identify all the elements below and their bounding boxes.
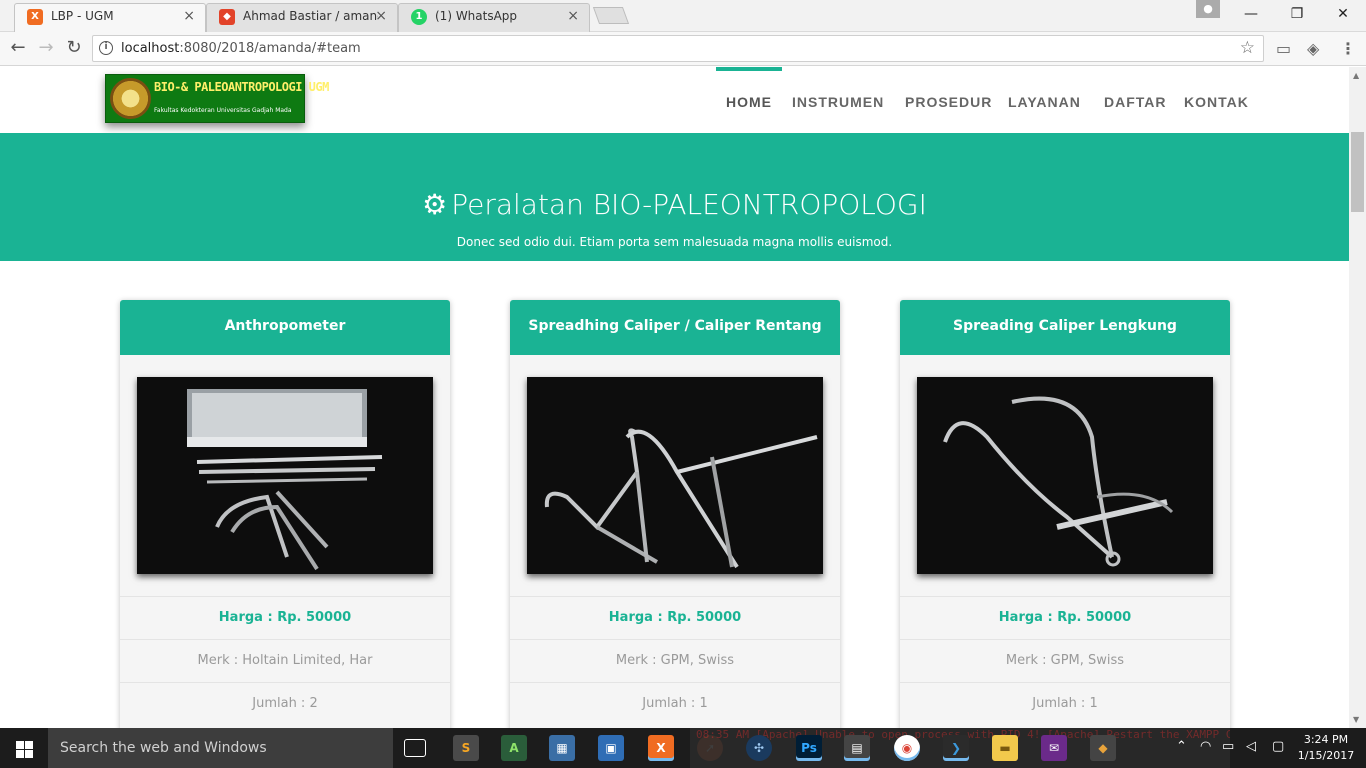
vscode-icon[interactable]: ❯ [943,735,969,761]
git-app-icon[interactable]: ◆ [1090,735,1116,761]
chrome-icon[interactable]: ◉ [894,735,920,761]
site-navbar: BIO-& PALEOANTROPOLOGI UGM Fakultas Kedo… [0,67,1349,133]
new-tab-button[interactable] [592,7,630,24]
product-quantity: Jumlah : 2 [120,682,450,725]
nav-layanan[interactable]: LAYANAN [1008,67,1081,133]
tab-title: (1) WhatsApp [435,9,518,23]
page-viewport: BIO-& PALEOANTROPOLOGI UGM Fakultas Kedo… [0,67,1349,728]
product-price: Harga : Rp. 50000 [510,596,840,639]
product-brand: Merk : GPM, Swiss [900,639,1230,682]
hero-banner: ⚙ Peralatan BIO-PALEONTROPOLOGI Donec sed… [0,133,1349,261]
volume-icon[interactable]: ◁ [1246,739,1256,754]
tab-title: LBP - UGM [51,9,114,23]
close-tab-icon[interactable]: × [567,4,579,28]
product-name: Anthropometer [120,300,450,355]
file-app-icon[interactable]: ▦ [549,735,575,761]
product-card: Spreadhing Caliper / Caliper Rentang Har… [510,300,840,728]
whatsapp-favicon-icon: 1 [411,9,427,25]
vpn-app-icon[interactable]: ✣ [746,735,772,761]
photoshop-icon[interactable]: Ps [796,735,822,761]
site-logo[interactable]: BIO-& PALEOANTROPOLOGI UGM Fakultas Kedo… [105,74,329,123]
product-photo[interactable] [917,377,1213,574]
product-photo[interactable] [527,377,823,574]
product-quantity: Jumlah : 1 [510,682,840,725]
product-photo[interactable] [137,377,433,574]
notifications-icon[interactable]: ▢ [1272,739,1284,754]
cast-icon[interactable]: ▭ [1276,39,1291,58]
bookmark-star-icon[interactable]: ☆ [1240,38,1255,58]
logo-text: BIO-& PALEOANTROPOLOGI UGM [154,80,329,94]
close-window-icon[interactable]: ✕ [1320,0,1366,28]
close-tab-icon[interactable]: × [183,4,195,28]
tab-whatsapp[interactable]: 1 (1) WhatsApp × [398,3,590,32]
product-name: Spreadhing Caliper / Caliper Rentang [510,300,840,355]
url-text: localhost:8080/2018/amanda/#team [121,41,361,56]
task-view-icon[interactable] [404,739,426,757]
nav-daftar[interactable]: DAFTAR [1104,67,1167,133]
clock-date: 1/15/2017 [1297,749,1355,762]
product-price: Harga : Rp. 50000 [900,596,1230,639]
wifi-icon[interactable]: ◠ [1200,739,1211,754]
product-name: Spreading Caliper Lengkung [900,300,1230,355]
close-tab-icon[interactable]: × [375,4,387,28]
forward-arrow-icon[interactable]: → [34,36,58,60]
xampp-favicon-icon: X [27,9,43,25]
media-app-icon[interactable]: ▤ [844,735,870,761]
clock-time: 3:24 PM [1303,733,1349,746]
product-price: Harga : Rp. 50000 [120,596,450,639]
sublime-text-icon[interactable]: S [453,735,479,761]
gear-icon: ⚙ [422,188,448,221]
info-icon[interactable]: i [99,41,113,55]
mail-app-icon[interactable]: ✉ [1041,735,1067,761]
file-explorer-icon[interactable]: ▬ [992,735,1018,761]
page-subtitle: Donec sed odio dui. Etiam porta sem male… [456,235,893,249]
battery-icon[interactable]: ▭ [1222,739,1234,754]
taskbar-clock[interactable]: 3:24 PM 1/15/2017 [1296,732,1356,764]
product-card: Spreading Caliper Lengkung Harga : Rp. 5… [900,300,1230,728]
nav-instrumen[interactable]: INSTRUMEN [792,67,884,133]
taskbar-search-box[interactable]: Search the web and Windows [48,728,393,768]
browser-toolbar: ← → ↻ i localhost:8080/2018/amanda/#team… [0,32,1366,66]
product-brand: Merk : Holtain Limited, Har [120,639,450,682]
restore-icon[interactable]: ❐ [1274,0,1320,28]
product-brand: Merk : GPM, Swiss [510,639,840,682]
minimize-icon[interactable]: — [1228,0,1274,28]
product-card: Anthropometer Harga : Rp. 50000 Merk : H… [120,300,450,728]
product-quantity: Jumlah : 1 [900,682,1230,725]
tab-gitlab[interactable]: ◆ Ahmad Bastiar / amanda × [206,3,398,32]
logo-subtext: Fakultas Kedokteran Universitas Gadjah M… [154,107,292,114]
gitlab-favicon-icon: ◆ [219,9,235,25]
scrollbar-thumb[interactable] [1351,132,1364,212]
screen: X LBP - UGM × ◆ Ahmad Bastiar / amanda ×… [0,0,1366,768]
browser-tab-strip: X LBP - UGM × ◆ Ahmad Bastiar / amanda ×… [0,0,1366,32]
scroll-down-icon[interactable]: ▼ [1353,715,1359,724]
tray-expand-icon[interactable]: ⌃ [1176,739,1187,754]
vertical-scrollbar[interactable]: ▲ ▼ [1349,67,1366,728]
reload-icon[interactable]: ↻ [62,36,86,60]
nav-prosedur[interactable]: PROSEDUR [905,67,992,133]
menu-dots-icon[interactable]: ⋮ [1340,39,1356,58]
tab-title: Ahmad Bastiar / amanda [243,9,378,23]
address-bar[interactable]: i localhost:8080/2018/amanda/#team ☆ [92,35,1264,62]
profile-icon[interactable]: ● [1196,0,1220,18]
windows-start-icon[interactable] [0,728,48,768]
android-studio-icon[interactable]: A [501,735,527,761]
extension-icon[interactable]: ◈ [1307,39,1319,58]
nav-home[interactable]: HOME [716,67,782,133]
network-app-icon[interactable]: ▣ [598,735,624,761]
scroll-up-icon[interactable]: ▲ [1353,71,1359,80]
windows-taskbar: Search the web and Windows S A ▦ ▣ X ➚ 0… [0,728,1366,768]
xampp-icon[interactable]: X [648,735,674,761]
back-arrow-icon[interactable]: ← [6,36,30,60]
ugm-emblem-icon [110,78,151,119]
page-title: ⚙ Peralatan BIO-PALEONTROPOLOGI [422,188,927,221]
nav-kontak[interactable]: KONTAK [1184,67,1249,133]
tab-lbp-ugm[interactable]: X LBP - UGM × [14,3,206,32]
